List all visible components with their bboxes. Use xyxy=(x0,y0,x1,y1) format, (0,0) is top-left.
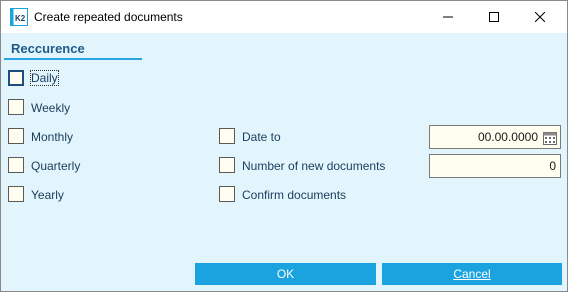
svg-text:K2: K2 xyxy=(15,14,26,23)
yearly-checkbox[interactable] xyxy=(8,186,24,202)
number-of-documents-field[interactable]: 0 xyxy=(429,154,561,178)
quarterly-checkbox[interactable] xyxy=(8,157,24,173)
date-to-field[interactable]: 00.00.0000 xyxy=(429,125,561,149)
k2-app-icon: K2 xyxy=(10,8,28,26)
number-of-documents-label[interactable]: Number of new documents xyxy=(242,159,385,173)
weekly-checkbox[interactable] xyxy=(8,99,24,115)
confirm-documents-checkbox[interactable] xyxy=(219,186,235,202)
monthly-label[interactable]: Monthly xyxy=(31,130,73,144)
maximize-icon xyxy=(489,12,499,22)
date-to-label[interactable]: Date to xyxy=(242,130,281,144)
quarterly-label[interactable]: Quarterly xyxy=(31,159,80,173)
calendar-icon[interactable] xyxy=(543,130,557,145)
daily-label[interactable]: Daily xyxy=(30,70,59,86)
yearly-label[interactable]: Yearly xyxy=(31,188,64,202)
section-divider xyxy=(4,58,142,60)
cancel-button[interactable]: Cancel xyxy=(382,263,562,285)
cancel-button-label: Cancel xyxy=(453,267,491,281)
maximize-button[interactable] xyxy=(471,1,517,33)
confirm-documents-label[interactable]: Confirm documents xyxy=(242,188,346,202)
close-icon xyxy=(535,12,545,22)
title-bar[interactable]: K2 Create repeated documents xyxy=(1,1,567,33)
close-button[interactable] xyxy=(517,1,563,33)
ok-button[interactable]: OK xyxy=(195,263,376,285)
number-of-documents-checkbox[interactable] xyxy=(219,157,235,173)
dialog-window: K2 Create repeated documents Reccurence … xyxy=(0,0,568,292)
monthly-checkbox[interactable] xyxy=(8,128,24,144)
date-to-checkbox[interactable] xyxy=(219,128,235,144)
minimize-icon xyxy=(443,12,453,22)
window-title: Create repeated documents xyxy=(34,10,183,24)
date-to-value: 00.00.0000 xyxy=(477,130,538,144)
weekly-label[interactable]: Weekly xyxy=(31,101,70,115)
daily-checkbox[interactable] xyxy=(8,70,24,86)
section-title: Reccurence xyxy=(11,41,85,56)
minimize-button[interactable] xyxy=(425,1,471,33)
